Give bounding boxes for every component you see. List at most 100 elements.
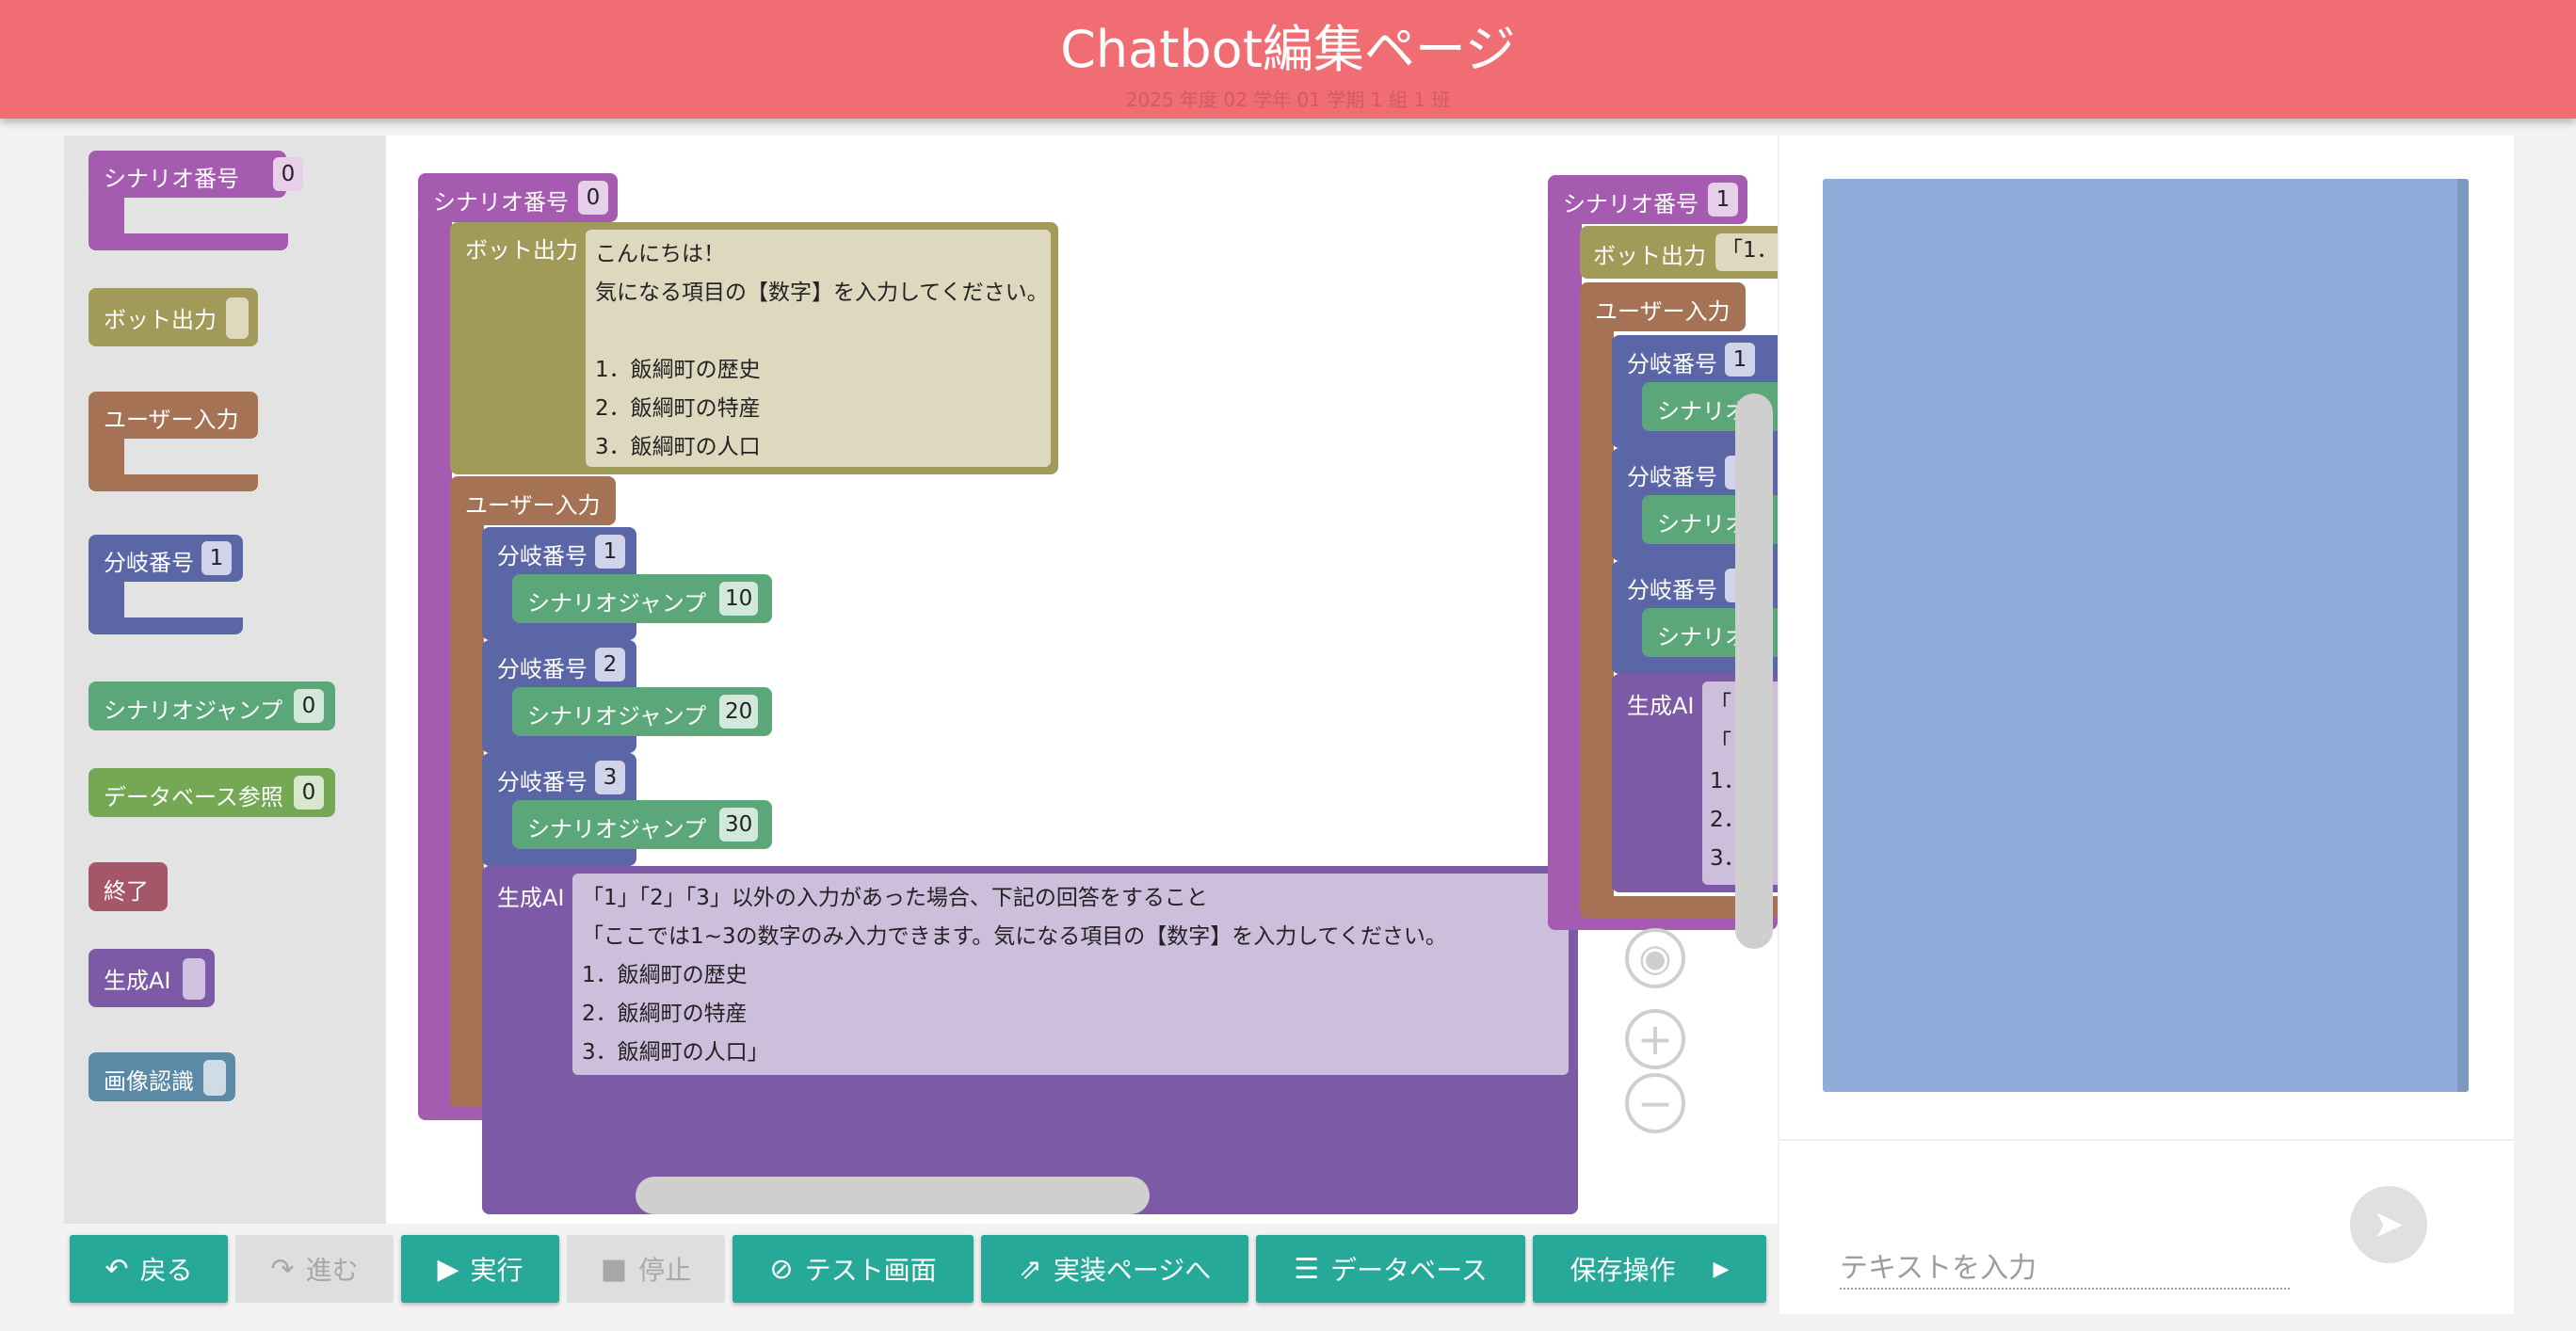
user-input-block[interactable]: ユーザー入力 — [1580, 282, 1746, 331]
send-button[interactable]: ➤ — [2350, 1186, 2427, 1263]
scenario-number-field[interactable]: 0 — [578, 181, 608, 215]
block-number-field[interactable]: 0 — [273, 157, 303, 191]
toolbox-jump-block[interactable]: シナリオジャンプ 0 — [89, 682, 335, 730]
block-number-field[interactable]: 0 — [294, 776, 324, 810]
block-label: 分岐番号 — [1627, 464, 1717, 490]
block-label: シナリオ番号 — [1563, 191, 1699, 217]
block-shape — [89, 474, 258, 491]
scenario-block-1[interactable]: シナリオ番号 1 — [1548, 175, 1747, 224]
branch-number-field[interactable]: 1 — [1725, 343, 1755, 377]
jump-block-20[interactable]: シナリオジャンプ 20 — [512, 687, 772, 736]
block-label: データベース参照 — [104, 784, 283, 810]
block-label: シナリオ — [1657, 398, 1747, 425]
user-input-block[interactable]: ユーザー入力 — [450, 476, 616, 525]
block-text-field[interactable] — [226, 297, 249, 339]
block-shape — [89, 233, 288, 250]
zoom-out-icon: − — [1636, 1078, 1674, 1129]
toolbox-db-ref-block[interactable]: データベース参照 0 — [89, 768, 335, 817]
forward-button[interactable]: ↷ 進む — [235, 1235, 394, 1303]
toolbox-user-input-block[interactable]: ユーザー入力 — [89, 392, 258, 439]
bot-message-field[interactable]: こんにちは！ 気になる項目の【数字】を入力してください。 1．飯綱町の歴史 2．… — [586, 230, 1051, 467]
stop-icon: ■ — [600, 1252, 628, 1286]
block-workspace[interactable]: シナリオ番号 0 ボット出力 ユーザー入力 分岐番号 1 シナリオジャンプ 0 — [64, 136, 1778, 1224]
block-label: ユーザー入力 — [465, 492, 601, 519]
block-shape — [1548, 218, 1582, 930]
database-button[interactable]: ☰ データベース — [1256, 1235, 1525, 1303]
toolbox-gen-ai-block[interactable]: 生成AI — [89, 949, 215, 1007]
back-button[interactable]: ↶ 戻る — [70, 1235, 228, 1303]
branch-number-field[interactable]: 1 — [595, 535, 625, 569]
block-number-field[interactable]: 0 — [294, 689, 324, 723]
block-label: 画像認識 — [104, 1068, 194, 1095]
scenario-block-0[interactable]: シナリオ番号 0 — [418, 173, 618, 222]
block-label: シナリオジャンプ — [527, 703, 707, 730]
block-label: ユーザー入力 — [104, 407, 239, 433]
chat-text-input[interactable]: テキストを入力 — [1840, 1244, 2290, 1290]
block-number-field[interactable]: 1 — [201, 541, 232, 575]
recenter-button[interactable]: ◉ — [1625, 928, 1685, 988]
bot-output-block[interactable]: ボット出力 「1． — [1580, 226, 1778, 279]
scenario-number-field[interactable]: 1 — [1708, 183, 1738, 216]
block-label: ボット出力 — [104, 307, 217, 333]
block-text-field[interactable] — [183, 958, 205, 1000]
block-canvas[interactable]: シナリオ番号 0 ボット出力 こんにちは！ 気になる項目の【数字】を入力してくだ… — [386, 136, 1778, 1224]
jump-number-field[interactable]: 20 — [719, 695, 759, 729]
bot-message-line: こんにちは！ — [595, 242, 725, 266]
block-label: 分岐番号 — [497, 543, 588, 569]
chat-preview-panel: テキストを入力 ➤ — [1779, 136, 2514, 1314]
block-label: 分岐番号 — [1627, 351, 1717, 377]
jump-number-field[interactable]: 30 — [719, 808, 759, 842]
gen-ai-prompt-field[interactable]: 「1」「2」「3」以外の入力があった場合、下記の回答をすること 「ここでは1~3… — [572, 874, 1569, 1075]
external-link-icon: ⇗ — [1018, 1252, 1042, 1286]
block-text-field[interactable] — [203, 1060, 226, 1096]
block-shape — [418, 216, 452, 1120]
block-label: 分岐番号 — [1627, 577, 1717, 603]
button-label: 戻る — [139, 1255, 193, 1286]
zoom-in-button[interactable]: + — [1625, 1009, 1685, 1069]
bot-message-field[interactable]: 「1． — [1715, 233, 1778, 271]
button-label: 保存操作 — [1570, 1255, 1676, 1286]
block-label: シナリオジャンプ — [527, 590, 707, 617]
block-label: シナリオジャンプ — [527, 816, 707, 842]
block-label: シナリオ番号 — [433, 189, 569, 216]
jump-number-field[interactable]: 10 — [719, 582, 759, 616]
save-operations-button[interactable]: 保存操作 ▶ — [1533, 1235, 1766, 1303]
gen-ai-block-body[interactable]: 生成AI 「1」「2」「3」以外の入力があった場合、下記の回答をすること 「ここ… — [482, 866, 1578, 1214]
block-label: ボット出力 — [1593, 243, 1706, 269]
toolbox-image-rec-block[interactable]: 画像認識 — [89, 1052, 235, 1101]
horizontal-scrollbar[interactable] — [636, 1177, 1150, 1214]
jump-block-30[interactable]: シナリオジャンプ 30 — [512, 800, 772, 849]
bot-message-line — [595, 313, 1041, 351]
play-icon: ▶ — [437, 1252, 459, 1286]
button-label: 進む — [305, 1255, 359, 1286]
zoom-out-button[interactable]: − — [1625, 1073, 1685, 1133]
test-screen-button[interactable]: ⊘ テスト画面 — [733, 1235, 974, 1303]
button-label: データベース — [1330, 1255, 1488, 1286]
toolbox-scenario-block[interactable]: シナリオ番号 0 — [89, 151, 303, 198]
bot-message-line: 2．飯綱町の特産 — [595, 396, 761, 421]
page-title: Chatbot編集ページ — [1060, 20, 1516, 79]
page-header: Chatbot編集ページ 2025 年度 02 学年 01 学期 1 組 1 班 — [0, 0, 2576, 119]
block-toolbox: シナリオ番号 0 ボット出力 ユーザー入力 分岐番号 1 シナリオジャンプ 0 — [64, 136, 386, 1224]
stop-button[interactable]: ■ 停止 — [567, 1235, 725, 1303]
gen-ai-prompt-line: 3．飯綱町の人口」 — [582, 1040, 769, 1065]
vertical-scrollbar[interactable] — [1735, 393, 1773, 949]
bot-output-block[interactable]: ボット出力 こんにちは！ 気になる項目の【数字】を入力してください。 1．飯綱町… — [450, 222, 1058, 474]
branch-number-field[interactable]: 3 — [595, 761, 625, 794]
gen-ai-prompt-line: 「1」「2」「3」以外の入力があった場合、下記の回答をすること — [582, 886, 1208, 910]
bot-message-line: 3．飯綱町の人口 — [595, 435, 761, 459]
send-icon: ➤ — [2373, 1203, 2405, 1246]
block-label: シナリオ — [1657, 624, 1747, 650]
toolbox-end-block[interactable]: 終了 — [89, 862, 168, 911]
block-shape — [89, 617, 243, 634]
toolbox-bot-output-block[interactable]: ボット出力 — [89, 288, 258, 346]
run-button[interactable]: ▶ 実行 — [401, 1235, 559, 1303]
jump-block-10[interactable]: シナリオジャンプ 10 — [512, 574, 772, 623]
block-label: シナリオ — [1657, 511, 1747, 537]
block-label: ユーザー入力 — [1595, 298, 1731, 325]
deploy-page-button[interactable]: ⇗ 実装ページへ — [981, 1235, 1248, 1303]
branch-number-field[interactable]: 2 — [595, 648, 625, 682]
chat-message-area[interactable] — [1823, 179, 2469, 1092]
bottom-toolbar: ↶ 戻る ↷ 進む ▶ 実行 ■ 停止 ⊘ テスト画面 ⇗ 実装ページへ ☰ デ… — [64, 1229, 1778, 1308]
toolbox-branch-block[interactable]: 分岐番号 1 — [89, 535, 243, 582]
